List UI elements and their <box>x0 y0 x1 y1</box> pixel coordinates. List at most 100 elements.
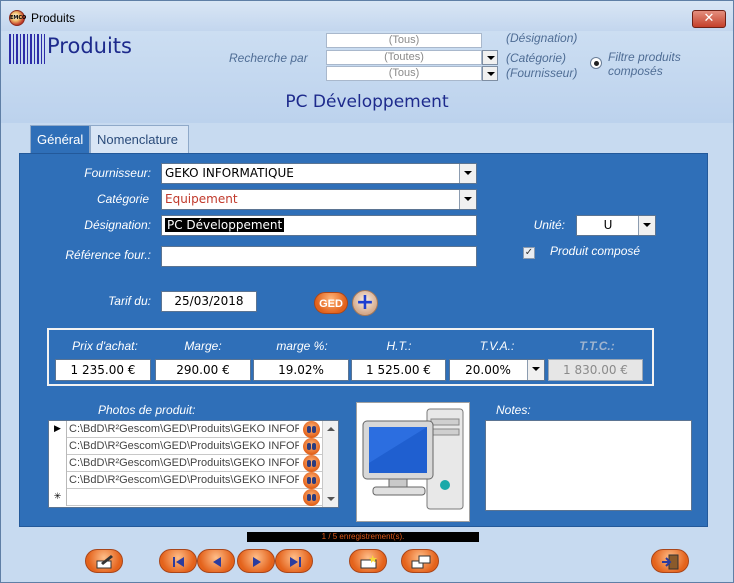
add-tarif-button[interactable]: + <box>352 290 378 316</box>
new-record-button[interactable] <box>349 549 387 573</box>
chevron-down-icon[interactable] <box>459 190 476 209</box>
categorie-select[interactable]: Equipement <box>161 189 477 210</box>
categorie-value: Equipement <box>165 192 238 206</box>
fournisseur-value: GEKO INFORMATIQUE <box>165 166 294 180</box>
filter-composed-label: Filtre produits composés <box>608 50 681 78</box>
marge-input[interactable]: 290.00 € <box>155 359 251 381</box>
binoculars-icon[interactable] <box>303 438 320 455</box>
marge-label: Marge: <box>184 339 222 353</box>
search-categorie-select[interactable]: (Toutes) <box>326 50 482 65</box>
marge-pct-label: marge %: <box>276 339 328 353</box>
photo-path[interactable]: C:\BdD\R²Gescom\GED\Produits\GEKO INFORM… <box>69 455 299 472</box>
prix-achat-input[interactable]: 1 235.00 € <box>55 359 151 381</box>
ttc-label: T.T.C.: <box>579 339 615 353</box>
record-title: PC Développement <box>285 92 449 112</box>
search-fournisseur-select[interactable]: (Tous) <box>326 66 482 81</box>
row-selector[interactable]: ✳ <box>49 489 67 506</box>
search-categorie-hint: (Catégorie) <box>506 51 567 65</box>
record-status: 1 / 5 enregistrement(s). <box>247 532 479 542</box>
next-record-icon <box>253 557 261 567</box>
list-item[interactable]: C:\BdD\R²Gescom\GED\Produits\GEKO INFORM… <box>49 472 322 489</box>
unite-select[interactable]: U <box>576 215 656 236</box>
designation-value: PC Développement <box>165 218 285 232</box>
chevron-down-icon[interactable] <box>527 360 544 380</box>
first-record-icon <box>173 557 184 567</box>
tarif-date-input[interactable]: 25/03/2018 <box>161 291 257 312</box>
row-selector[interactable] <box>49 472 67 489</box>
chevron-down-icon[interactable] <box>482 50 498 65</box>
categorie-label: Catégorie <box>96 192 149 206</box>
app-logo-icon: EMCO <box>9 10 26 26</box>
produit-compose-label: Produit composé <box>550 244 641 258</box>
list-item[interactable]: ▶ C:\BdD\R²Gescom\GED\Produits\GEKO INFO… <box>49 421 322 438</box>
previous-record-icon <box>213 557 221 567</box>
row-selector[interactable]: ▶ <box>49 421 67 438</box>
new-record-icon <box>360 555 377 569</box>
previous-record-button[interactable] <box>197 549 235 573</box>
first-record-button[interactable] <box>159 549 197 573</box>
photo-path[interactable]: C:\BdD\R²Gescom\GED\Produits\GEKO INFORM… <box>69 438 299 455</box>
list-item[interactable]: C:\BdD\R²Gescom\GED\Produits\GEKO INFORM… <box>49 438 322 455</box>
product-image <box>356 402 470 522</box>
notes-textarea[interactable] <box>485 420 692 511</box>
title-bar: EMCO Produits ✕ <box>1 1 733 31</box>
notes-label: Notes: <box>496 403 531 417</box>
ht-input[interactable]: 1 525.00 € <box>351 359 446 381</box>
search-label: Recherche par <box>229 51 308 65</box>
last-record-icon <box>290 557 301 567</box>
photo-path[interactable]: C:\BdD\R²Gescom\GED\Produits\GEKO INFORM… <box>69 421 299 438</box>
fournisseur-select[interactable]: GEKO INFORMATIQUE <box>161 163 477 184</box>
window-title: Produits <box>31 11 76 25</box>
binoculars-icon[interactable] <box>303 421 320 438</box>
desktop-computer-icon <box>362 408 464 510</box>
chevron-down-icon[interactable] <box>638 216 655 235</box>
photo-path[interactable]: C:\BdD\R²Gescom\GED\Produits\GEKO INFORM… <box>69 472 299 489</box>
scroll-down-icon[interactable] <box>327 497 335 501</box>
unite-label: Unité: <box>533 218 565 232</box>
duplicate-record-button[interactable] <box>401 549 439 573</box>
reference-input[interactable] <box>161 246 477 267</box>
close-button[interactable]: ✕ <box>692 10 726 28</box>
tab-general[interactable]: Général <box>30 125 90 154</box>
fournisseur-label: Fournisseur: <box>84 166 151 180</box>
barcode-icon <box>9 34 45 64</box>
marge-pct-input[interactable]: 19.02% <box>253 359 349 381</box>
binoculars-icon[interactable] <box>303 489 320 506</box>
scroll-up-icon[interactable] <box>327 427 335 431</box>
designation-label: Désignation: <box>84 218 151 232</box>
photos-list[interactable]: ▶ C:\BdD\R²Gescom\GED\Produits\GEKO INFO… <box>48 420 339 508</box>
exit-button[interactable] <box>651 549 689 573</box>
filter-composed-radio[interactable] <box>590 57 602 69</box>
row-selector[interactable] <box>49 438 67 455</box>
binoculars-icon[interactable] <box>303 455 320 472</box>
duplicate-record-icon <box>411 555 431 569</box>
tva-label: T.V.A.: <box>479 339 515 353</box>
search-fournisseur-hint: (Fournisseur) <box>506 66 578 80</box>
reference-label: Référence four.: <box>65 248 151 262</box>
designation-input[interactable]: PC Développement <box>161 215 477 236</box>
last-record-button[interactable] <box>275 549 313 573</box>
prix-achat-label: Prix d'achat: <box>72 339 138 353</box>
edit-icon <box>96 555 113 569</box>
binoculars-icon[interactable] <box>303 472 320 489</box>
photos-label: Photos de produit: <box>98 403 196 417</box>
unite-value: U <box>603 218 613 232</box>
list-item[interactable]: C:\BdD\R²Gescom\GED\Produits\GEKO INFORM… <box>49 455 322 472</box>
ged-button[interactable]: GED <box>314 292 348 314</box>
produit-compose-checkbox[interactable]: ✓ <box>523 247 535 259</box>
tva-select[interactable]: 20.00% <box>449 359 545 381</box>
chevron-down-icon[interactable] <box>482 66 498 81</box>
exit-icon <box>662 554 679 570</box>
chevron-down-icon[interactable] <box>459 164 476 183</box>
row-selector[interactable] <box>49 455 67 472</box>
photos-scrollbar[interactable] <box>322 421 338 507</box>
list-item[interactable]: ✳ <box>49 489 322 506</box>
edit-button[interactable] <box>85 549 123 573</box>
ht-label: H.T.: <box>386 339 412 353</box>
search-designation-hint: (Désignation) <box>506 31 578 45</box>
next-record-button[interactable] <box>237 549 275 573</box>
tab-nomenclature[interactable]: Nomenclature <box>90 125 189 153</box>
search-designation-input[interactable]: (Tous) <box>326 33 482 48</box>
photo-path[interactable] <box>69 489 299 506</box>
tva-value: 20.00% <box>465 363 511 377</box>
